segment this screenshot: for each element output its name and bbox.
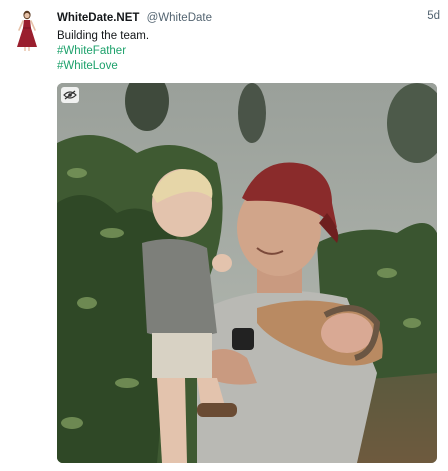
tweet-text: Building the team. #WhiteFather #WhiteLo… [57, 29, 149, 74]
display-name[interactable]: WhiteDate.NET [57, 12, 139, 24]
avatar[interactable] [14, 9, 40, 51]
eye-slash-icon [63, 90, 77, 100]
hashtag-link[interactable]: #WhiteFather [57, 44, 149, 59]
timestamp[interactable]: 5d [427, 9, 440, 23]
media-toggle-button[interactable] [61, 87, 79, 103]
hashtag-link[interactable]: #WhiteLove [57, 59, 149, 74]
photo-image [57, 83, 437, 463]
tweet-card[interactable]: WhiteDate.NET @WhiteDate 5d Building the… [0, 0, 448, 471]
tweet-photo[interactable] [57, 83, 437, 463]
user-handle[interactable]: @WhiteDate [147, 12, 212, 24]
tweet-header: WhiteDate.NET @WhiteDate 5d [57, 9, 440, 27]
tweet-line: Building the team. [57, 30, 150, 42]
